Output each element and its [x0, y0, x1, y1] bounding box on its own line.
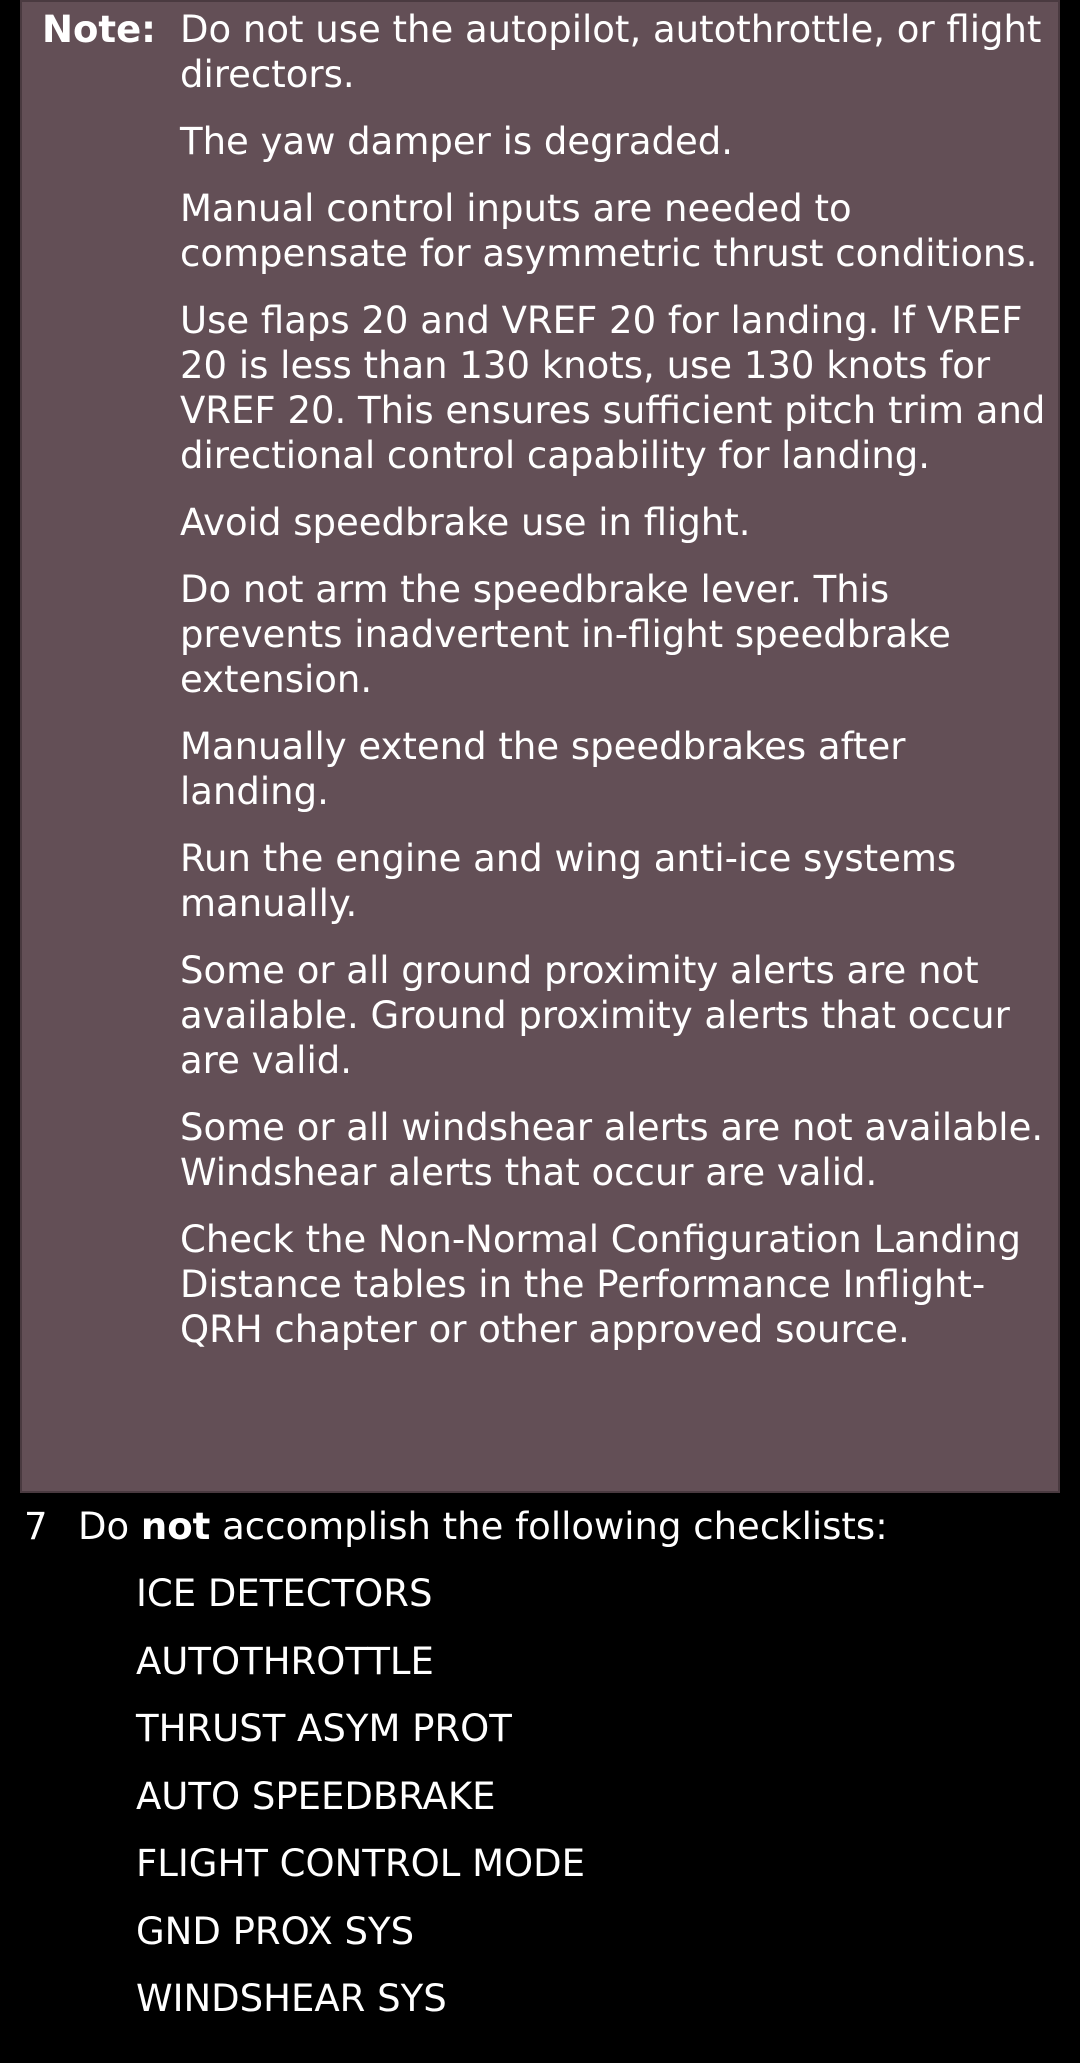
checklist-item-flight-control-mode: FLIGHT CONTROL MODE — [136, 1842, 586, 1885]
step-text-after: accomplish the following checklists: — [210, 1505, 888, 1548]
note-item: Check the Non-Normal Configuration Landi… — [180, 1218, 1021, 1351]
checklist-item-gnd-prox-sys: GND PROX SYS — [136, 1909, 415, 1953]
note-list: Do not use the autopilot, autothrottle, … — [180, 7, 1056, 1374]
note-item: Use flaps 20 and VREF 20 for landing. If… — [180, 299, 1046, 477]
note-item: Manually extend the speedbrakes after la… — [180, 725, 906, 813]
note-item: Some or all ground proximity alerts are … — [180, 949, 1010, 1082]
step-emphasis: not — [140, 1505, 211, 1548]
checklist-item-windshear-sys: WINDSHEAR SYS — [136, 1977, 447, 2020]
note-item: The yaw damper is degraded. — [180, 120, 734, 163]
checklist-item-ice-detectors: ICE DETECTORS — [136, 1572, 433, 1615]
step-7: 7 Do not accomplish the following checkli… — [24, 1504, 888, 1549]
checklist-item-autothrottle: AUTOTHROTTLE — [136, 1639, 434, 1683]
checklist-item-thrust-asym-prot: THRUST ASYM PROT — [136, 1707, 512, 1750]
checklist-list: ICE DETECTORS AUTOTHROTTLE THRUST ASYM P… — [136, 1571, 585, 2044]
note-item: Run the engine and wing anti-ice systems… — [180, 837, 957, 925]
note-item: Do not arm the speedbrake lever. This pr… — [180, 568, 951, 701]
checklist-item-auto-speedbrake: AUTO SPEEDBRAKE — [136, 1774, 496, 1818]
note-item: Some or all windshear alerts are not ava… — [180, 1106, 1044, 1194]
note-item: Do not use the autopilot, autothrottle, … — [180, 8, 1042, 96]
step-number: 7 — [24, 1505, 48, 1548]
note-box: Note: Do not use the autopilot, autothro… — [20, 0, 1060, 1493]
note-label: Note: — [42, 8, 156, 51]
note-item: Manual control inputs are needed to comp… — [180, 187, 1038, 275]
note-item: Avoid speedbrake use in flight. — [180, 501, 751, 544]
step-text-before: Do — [78, 1505, 141, 1548]
